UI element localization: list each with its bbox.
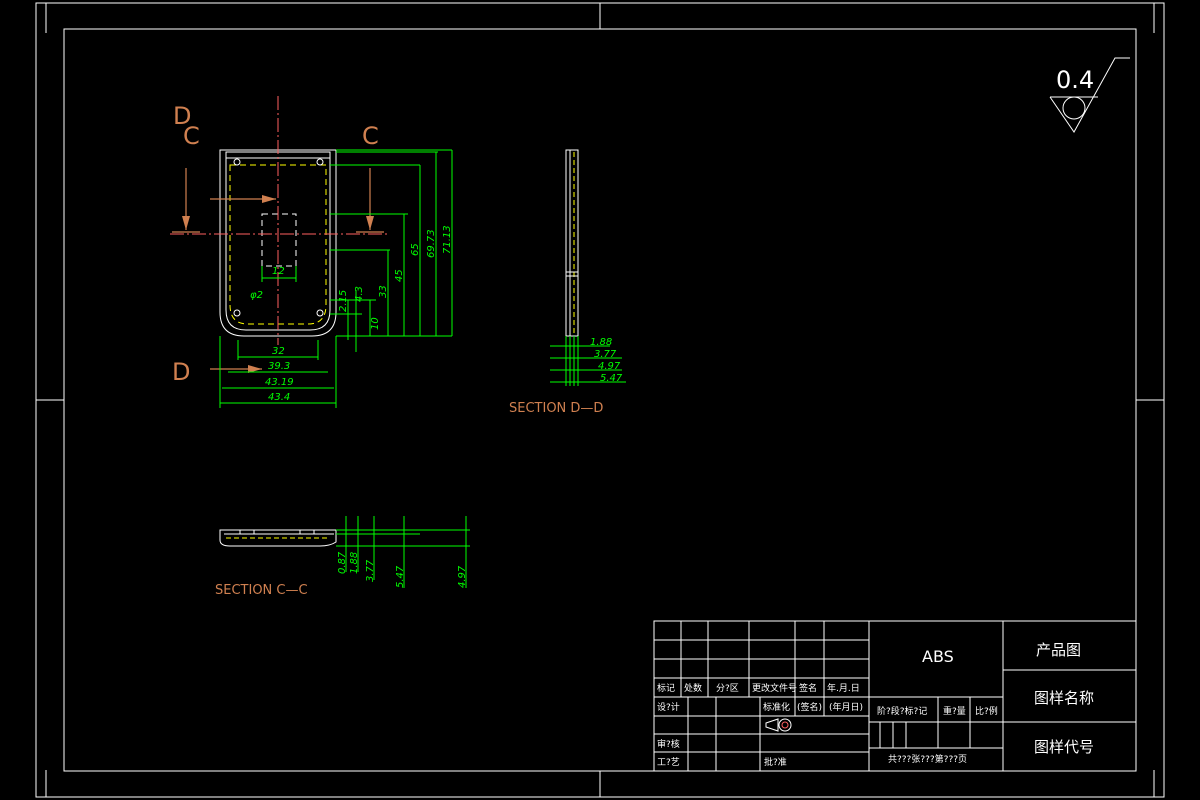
tb-weight: 重?量: [943, 705, 966, 717]
dim-2-15: 2.15: [338, 290, 349, 312]
dim-65: 65: [410, 243, 421, 256]
tb-approve: 批?准: [764, 756, 787, 768]
dim-69-73: 69.73: [426, 229, 437, 258]
dd-dim-1-88: 1.88: [590, 337, 612, 348]
cc-dim-0-87: 0.87: [337, 551, 348, 574]
cc-dim-3-77: 3.77: [365, 559, 376, 582]
centering-marks: [36, 3, 1164, 797]
tb-zone: 分?区: [716, 683, 739, 694]
section-cc-view: [219, 529, 337, 547]
dim-12: 12: [272, 266, 285, 277]
inner-frame: [63, 28, 1137, 772]
marker-d-bottom: D: [172, 358, 190, 386]
dd-dim-3-77: 3.77: [594, 349, 617, 360]
dim-43-4: 43.4: [268, 392, 290, 403]
projection-symbol: [765, 718, 792, 732]
front-view: D C C D: [170, 96, 390, 386]
section-dd-title: SECTION D—D: [509, 401, 603, 416]
dim-33: 33: [378, 285, 389, 298]
tb-count: 处数: [684, 682, 702, 694]
tb-process: 工?艺: [657, 757, 680, 768]
cad-drawing: 0.4 D C C D 12 φ2 32 39.3 43.19 43.4 2.1…: [35, 2, 1165, 798]
tb-design: 设?计: [657, 701, 680, 713]
product-label: 产品图: [1036, 641, 1081, 659]
roughness-symbol: 0.4: [1049, 57, 1130, 133]
section-dd-view: [565, 149, 579, 337]
tb-review: 审?核: [657, 738, 680, 750]
roughness-value: 0.4: [1056, 66, 1094, 94]
dd-dim-4-97: 4.97: [598, 361, 621, 372]
tb-date2: (年月日): [829, 701, 863, 713]
dim-39-3: 39.3: [268, 361, 290, 372]
tb-sign2: (签名): [797, 701, 822, 713]
tb-standardize: 标准化: [763, 701, 790, 713]
dim-10: 10: [370, 317, 381, 330]
dim-phi2: φ2: [250, 290, 263, 301]
section-cc-title: SECTION C—C: [215, 583, 308, 598]
cc-dim-1-88: 1.88: [349, 552, 360, 574]
tb-stage-mark: 阶?段?标?记: [877, 705, 927, 717]
dim-45: 45: [394, 269, 405, 282]
tb-sign: 签名: [799, 682, 817, 694]
tb-mark: 标记: [657, 682, 675, 694]
cc-dim-4-97: 4.97: [457, 565, 468, 588]
cc-dim-5-47: 5.47: [395, 565, 406, 588]
dd-dim-5-47: 5.47: [600, 373, 623, 384]
tb-sheets: 共???张???第???页: [888, 753, 967, 765]
marker-c-top-left: C: [183, 122, 200, 150]
tb-change-doc: 更改文件号: [752, 682, 797, 694]
dim-32: 32: [272, 346, 285, 357]
drawing-name-label: 图样名称: [1034, 689, 1094, 707]
material: ABS: [922, 647, 954, 666]
tb-scale: 比?例: [975, 705, 998, 717]
drawing-code-label: 图样代号: [1034, 738, 1094, 756]
dim-71-13: 71.13: [442, 225, 453, 254]
dim-4-3: 4.3: [354, 286, 365, 302]
tb-date: 年.月.日: [827, 682, 860, 694]
marker-c-top-right: C: [362, 122, 379, 150]
outer-border: [35, 2, 1165, 798]
dim-43-19: 43.19: [265, 377, 294, 388]
